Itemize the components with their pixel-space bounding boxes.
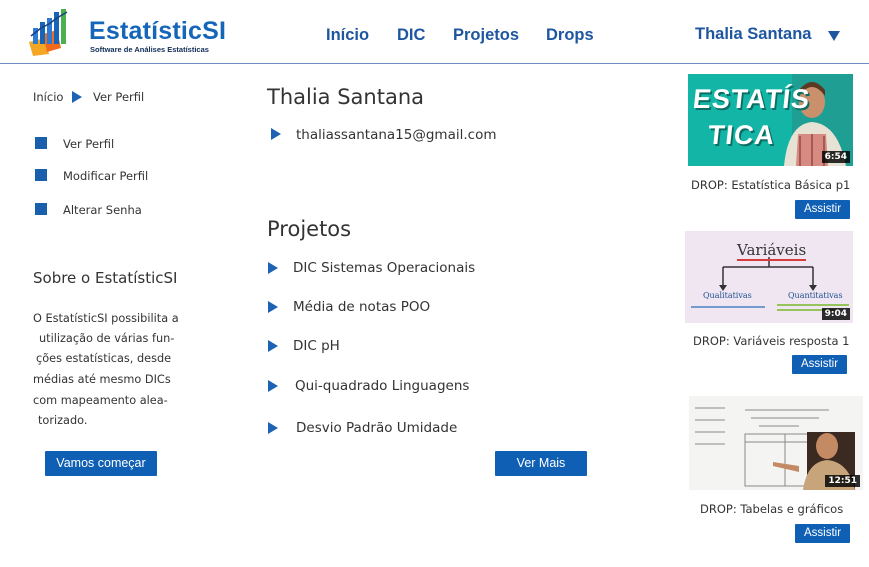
video-thumbnail[interactable]: ESTATÍS TICA 6:54 — [688, 74, 853, 166]
about-text-line: ções estatísticas, desde — [36, 352, 172, 365]
square-bullet-icon — [35, 137, 47, 149]
sidebar-item-alterar-senha[interactable]: Alterar Senha — [63, 203, 142, 217]
thumbnail-title-line: TICA — [706, 120, 777, 150]
see-more-button[interactable]: Ver Mais — [495, 451, 587, 476]
nav-inicio[interactable]: Início — [326, 26, 369, 45]
thumbnail-title-line: ESTATÍS — [691, 84, 812, 114]
breadcrumb-arrow-icon — [72, 91, 82, 103]
about-text-line: com mapeamento alea- — [33, 394, 168, 407]
about-title: Sobre o EstatísticSI — [33, 269, 178, 287]
about-text-line: O EstatísticSI possibilita a — [33, 312, 179, 325]
user-menu-name[interactable]: Thalia Santana — [695, 25, 811, 44]
drop-title[interactable]: DROP: Variáveis resposta 1 — [693, 334, 849, 348]
top-header: EstatísticSI Software de Análises Estatí… — [0, 0, 869, 64]
breadcrumb-home[interactable]: Início — [33, 90, 63, 104]
video-thumbnail[interactable]: Variáveis Qualitativas Quantitativas 9:0… — [685, 231, 853, 323]
video-duration: 12:51 — [825, 475, 860, 487]
brand-name: EstatísticSI — [89, 17, 227, 45]
profile-name: Thalia Santana — [267, 85, 425, 109]
watch-button[interactable]: Assistir — [795, 200, 850, 219]
projects-title: Projetos — [267, 217, 352, 241]
drop-title[interactable]: DROP: Tabelas e gráficos — [700, 502, 843, 516]
project-item[interactable]: Desvio Padrão Umidade — [296, 420, 457, 436]
video-duration: 6:54 — [821, 151, 850, 163]
thumbnail-title-line: Variáveis — [737, 241, 807, 261]
watch-button[interactable]: Assistir — [792, 355, 847, 374]
watch-button[interactable]: Assistir — [795, 524, 850, 543]
breadcrumb-current: Ver Perfil — [93, 90, 145, 104]
project-item[interactable]: DIC Sistemas Operacionais — [293, 260, 475, 276]
about-text-line: médias até mesmo DICs — [33, 373, 171, 386]
email-arrow-icon — [271, 128, 281, 140]
project-arrow-icon — [268, 340, 278, 352]
project-arrow-icon — [268, 380, 278, 392]
profile-email: thaliassantana15@gmail.com — [296, 127, 497, 143]
thumbnail-title-line: Qualitativas — [703, 291, 752, 300]
project-item[interactable]: Média de notas POO — [293, 299, 430, 315]
square-bullet-icon — [35, 203, 47, 215]
chevron-down-icon[interactable] — [828, 31, 840, 41]
about-text-line: utilização de várias fun- — [39, 332, 175, 345]
sidebar-item-modificar-perfil[interactable]: Modificar Perfil — [63, 169, 148, 183]
project-item[interactable]: DIC pH — [293, 338, 340, 354]
nav-drops[interactable]: Drops — [546, 26, 594, 45]
project-item[interactable]: Qui-quadrado Linguagens — [295, 378, 469, 394]
project-arrow-icon — [268, 301, 278, 313]
logo-chart-icon — [29, 9, 68, 56]
project-arrow-icon — [268, 422, 278, 434]
video-duration: 9:04 — [821, 308, 850, 320]
brand-logo[interactable]: EstatísticSI Software de Análises Estatí… — [27, 8, 227, 58]
sidebar-item-ver-perfil[interactable]: Ver Perfil — [63, 137, 114, 151]
brand-tagline: Software de Análises Estatísticas — [90, 45, 209, 54]
about-text-line: torizado. — [38, 414, 88, 427]
nav-projetos[interactable]: Projetos — [453, 26, 519, 45]
drop-title[interactable]: DROP: Estatística Básica p1 — [691, 178, 850, 192]
square-bullet-icon — [35, 169, 47, 181]
thumbnail-title-line: Quantitativas — [788, 291, 843, 300]
video-thumbnail[interactable]: 12:51 — [689, 396, 863, 490]
start-button[interactable]: Vamos começar — [45, 451, 157, 476]
nav-dic[interactable]: DIC — [397, 26, 425, 45]
project-arrow-icon — [268, 262, 278, 274]
